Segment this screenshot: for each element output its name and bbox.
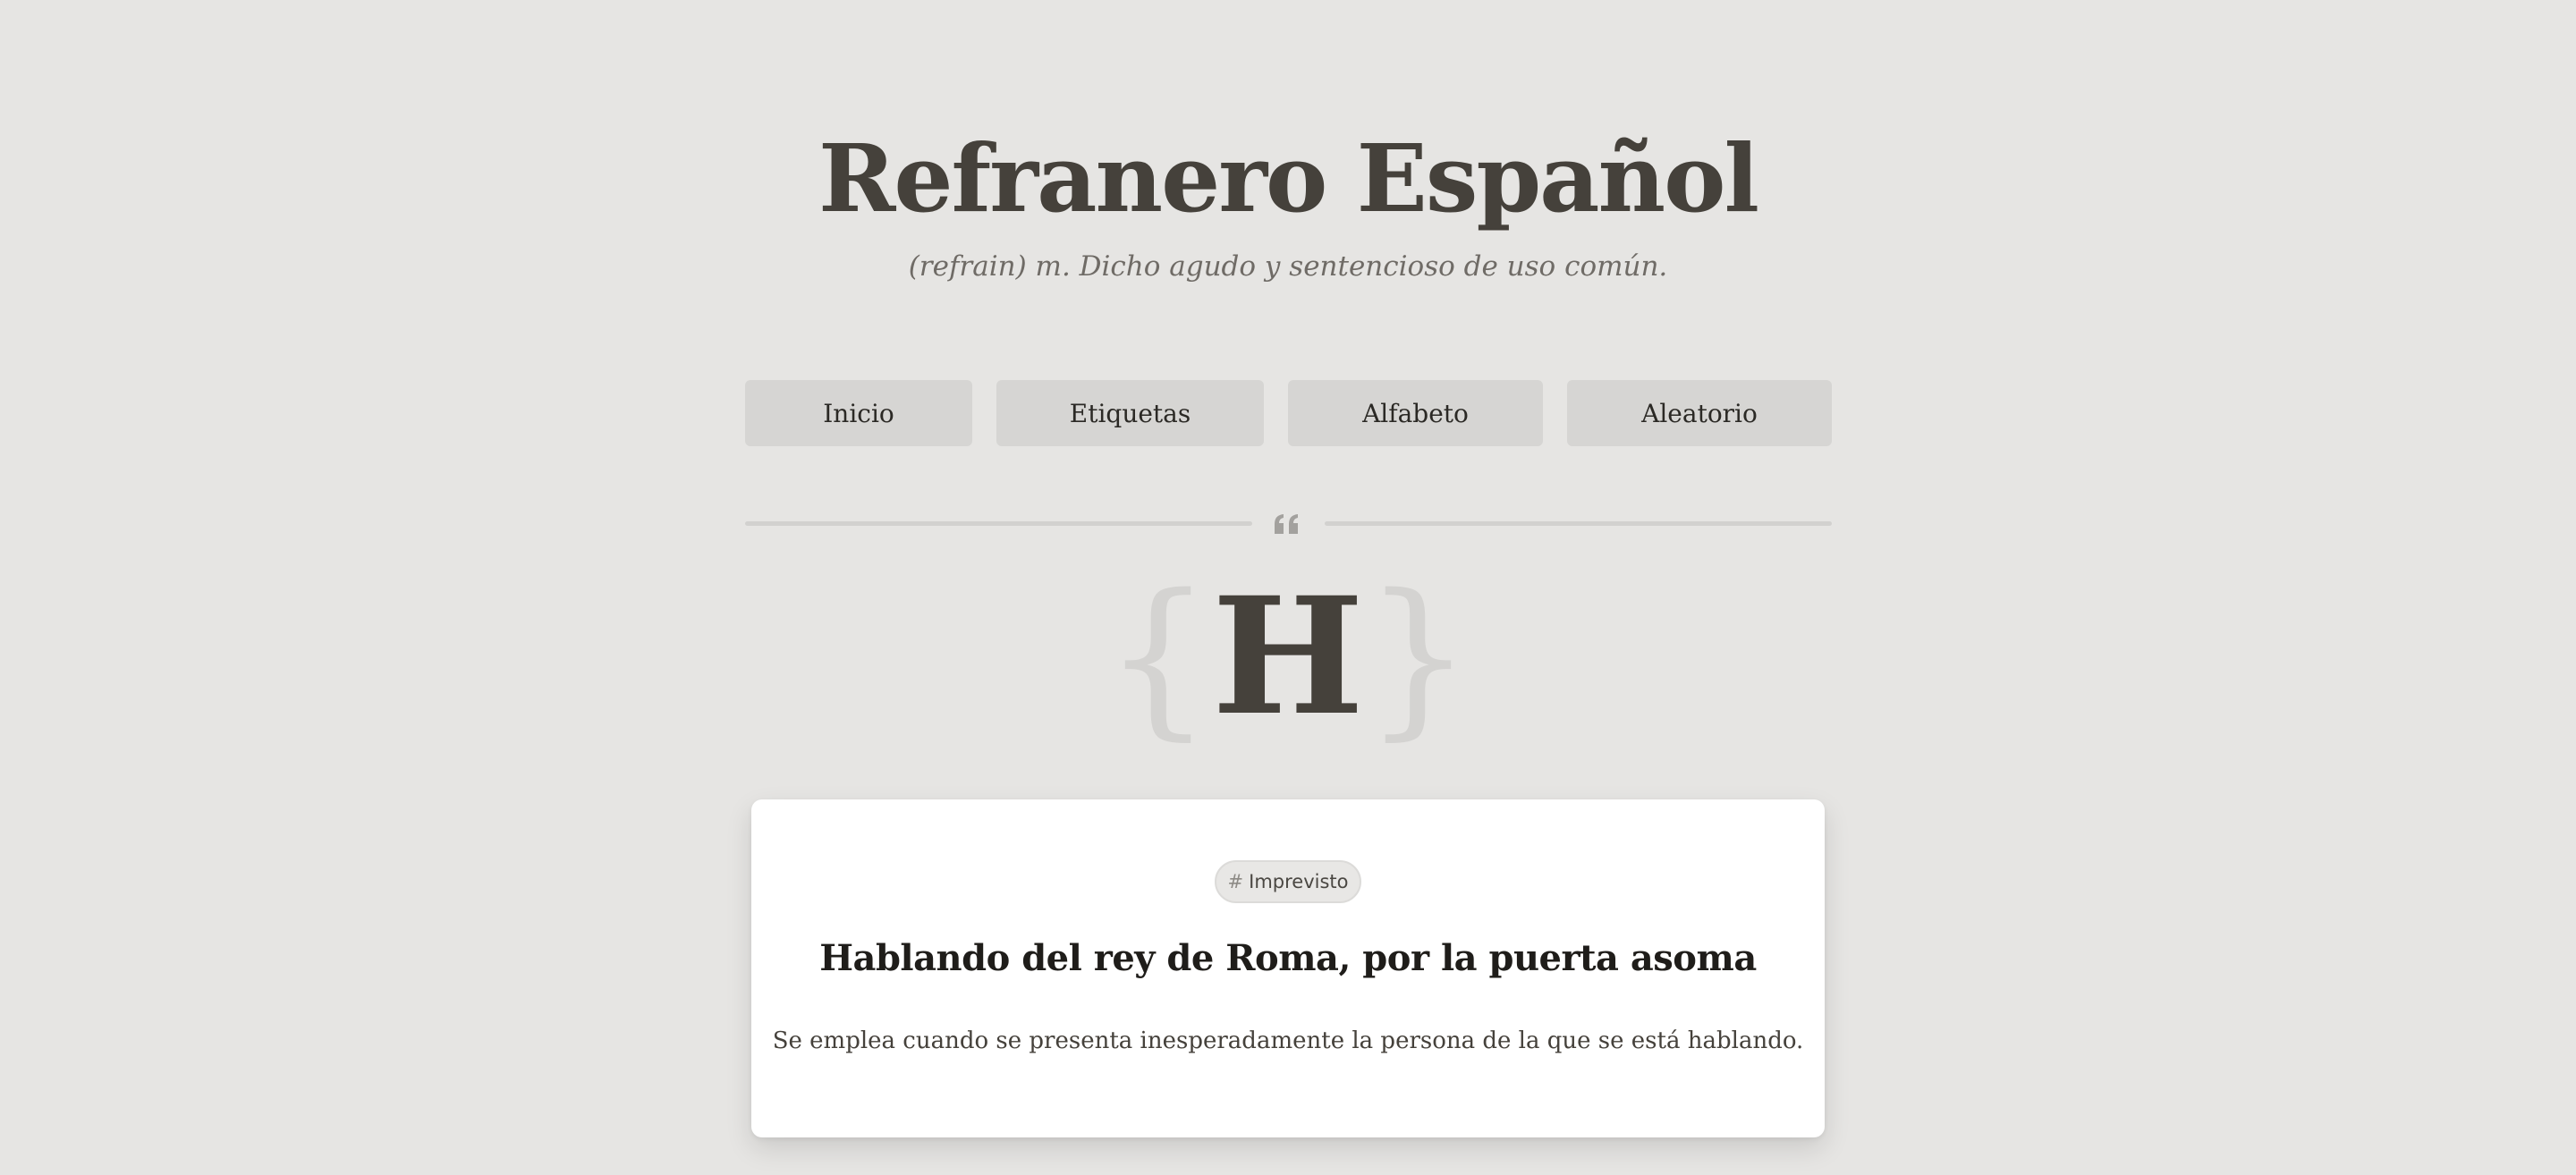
letter-heading: {H}	[0, 572, 2576, 742]
site-tagline: (refrain) m. Dicho agudo y sentencioso d…	[908, 250, 1668, 283]
quote-icon	[1273, 511, 1301, 537]
refran-card: # Imprevisto Hablando del rey de Roma, p…	[751, 799, 1825, 1137]
refran-description: Se emplea cuando se presenta inesperadam…	[772, 1027, 1804, 1054]
divider-line-left	[745, 521, 1252, 526]
main-nav: Inicio Etiquetas Alfabeto Aleatorio	[745, 380, 1832, 446]
nav-alfabeto-button[interactable]: Alfabeto	[1288, 380, 1543, 446]
current-letter: H	[1211, 562, 1365, 751]
site-title[interactable]: Refranero Español	[0, 116, 2576, 241]
section-divider	[745, 511, 1832, 537]
divider-line-right	[1325, 521, 1832, 526]
tag-label: Imprevisto	[1249, 871, 1349, 892]
close-brace: }	[1364, 558, 1472, 756]
hash-icon: #	[1227, 871, 1244, 892]
tag-badge[interactable]: # Imprevisto	[1215, 860, 1361, 903]
nav-etiquetas-button[interactable]: Etiquetas	[996, 380, 1264, 446]
refran-title[interactable]: Hablando del rey de Roma, por la puerta …	[751, 932, 1825, 985]
open-brace: {	[1104, 558, 1212, 756]
nav-aleatorio-button[interactable]: Aleatorio	[1567, 380, 1832, 446]
site-header: Refranero Español (refrain) m. Dicho agu…	[0, 116, 2576, 286]
nav-inicio-button[interactable]: Inicio	[745, 380, 972, 446]
